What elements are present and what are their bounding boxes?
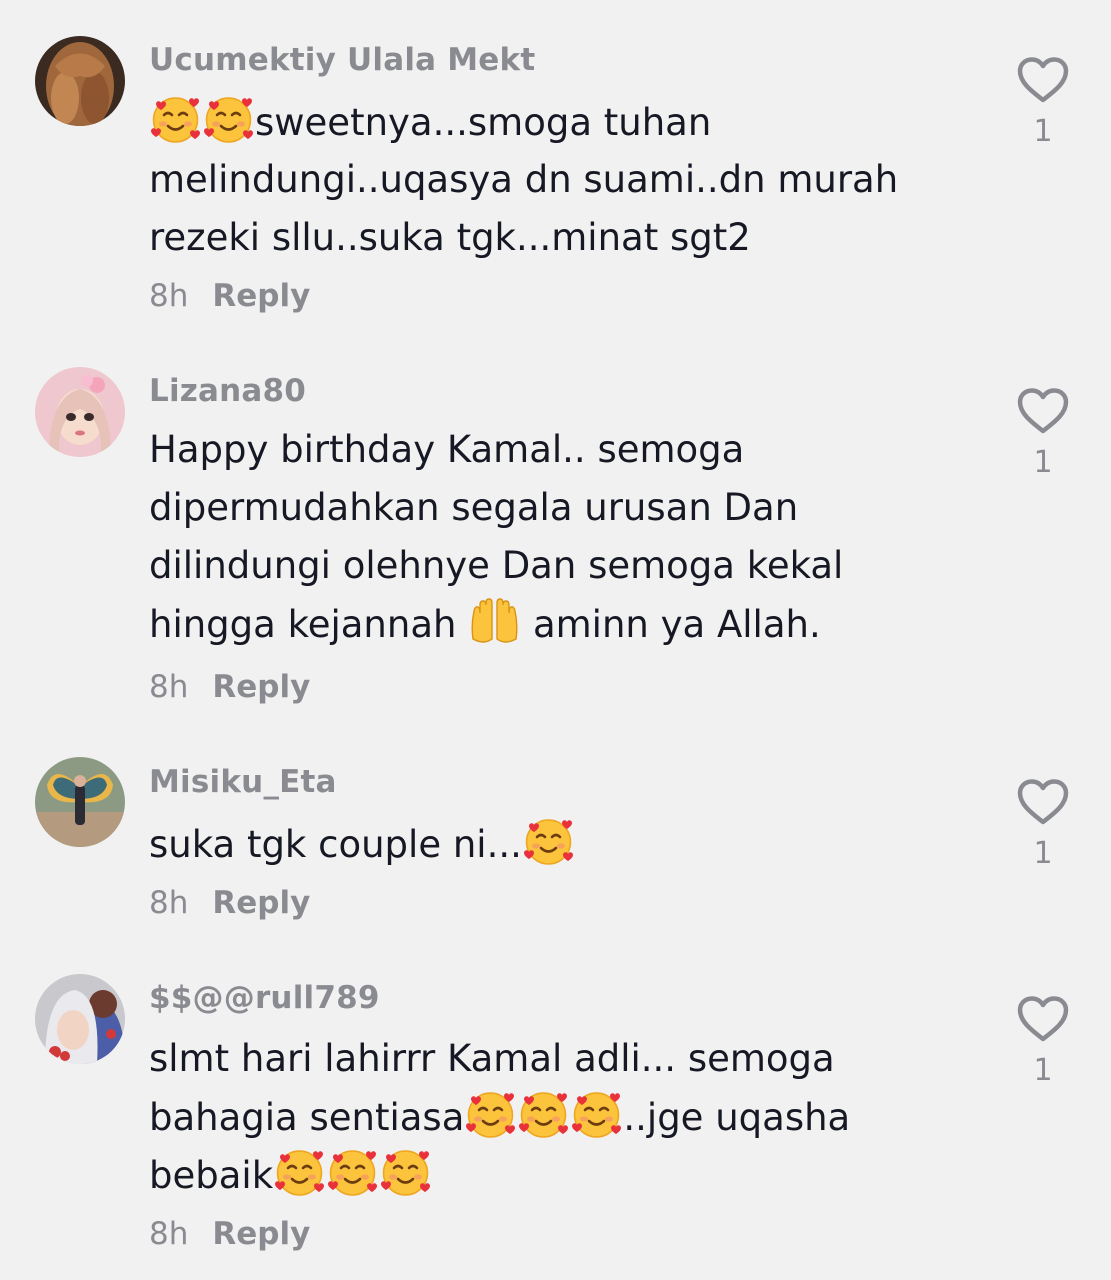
like-count: 1 [1033, 1053, 1053, 1088]
avatar[interactable] [35, 757, 125, 847]
avatar[interactable] [35, 367, 125, 457]
comment-text: Happy birthday Kamal.. semoga dipermudah… [149, 428, 844, 648]
reply-button[interactable]: Reply [212, 885, 310, 921]
like-button[interactable]: 1 [1014, 387, 1072, 480]
comment-time: 8h [149, 885, 189, 921]
face-hearts-emoji [379, 1146, 432, 1199]
comment-text: suka tgk couple ni... [149, 815, 979, 873]
comment-username[interactable]: Lizana80 [149, 373, 306, 409]
comment-time: 8h [149, 278, 189, 314]
comment-meta: 8h Reply [149, 1216, 310, 1252]
comment-meta: 8h Reply [149, 885, 310, 921]
comment-meta: 8h Reply [149, 669, 310, 705]
heart-outline-icon [1014, 56, 1072, 104]
face-hearts-emoji [517, 1088, 570, 1141]
face-hearts-emoji [326, 1146, 379, 1199]
like-count: 1 [1033, 114, 1053, 149]
comment-time: 8h [149, 1216, 189, 1252]
avatar[interactable] [35, 974, 125, 1064]
like-button[interactable]: 1 [1014, 56, 1072, 149]
avatar[interactable] [35, 36, 125, 126]
heart-outline-icon [1014, 387, 1072, 435]
palms-up-emoji [468, 595, 521, 648]
comment-text: slmt hari lahirrr Kamal adli... semoga b… [149, 1037, 851, 1199]
like-button[interactable]: 1 [1014, 995, 1072, 1088]
face-hearts-emoji [149, 93, 202, 146]
comment-username[interactable]: Ucumektiy Ulala Mekt [149, 42, 535, 78]
comment-username[interactable]: Misiku_Eta [149, 764, 337, 800]
face-hearts-emoji [202, 93, 255, 146]
comment-meta: 8h Reply [149, 278, 310, 314]
reply-button[interactable]: Reply [212, 1216, 310, 1252]
reply-button[interactable]: Reply [212, 669, 310, 705]
comment-time: 8h [149, 669, 189, 705]
face-hearts-emoji [464, 1088, 517, 1141]
heart-outline-icon [1014, 778, 1072, 826]
like-count: 1 [1033, 445, 1053, 480]
heart-outline-icon [1014, 995, 1072, 1043]
face-hearts-emoji [273, 1146, 326, 1199]
reply-button[interactable]: Reply [212, 278, 310, 314]
like-count: 1 [1033, 836, 1053, 871]
face-hearts-emoji [522, 815, 575, 868]
face-hearts-emoji [570, 1088, 623, 1141]
comment-text: sweetnya...smoga tuhan melindungi..uqasy… [149, 93, 979, 267]
like-button[interactable]: 1 [1014, 778, 1072, 871]
comment-username[interactable]: $$@@rull789 [149, 980, 380, 1016]
